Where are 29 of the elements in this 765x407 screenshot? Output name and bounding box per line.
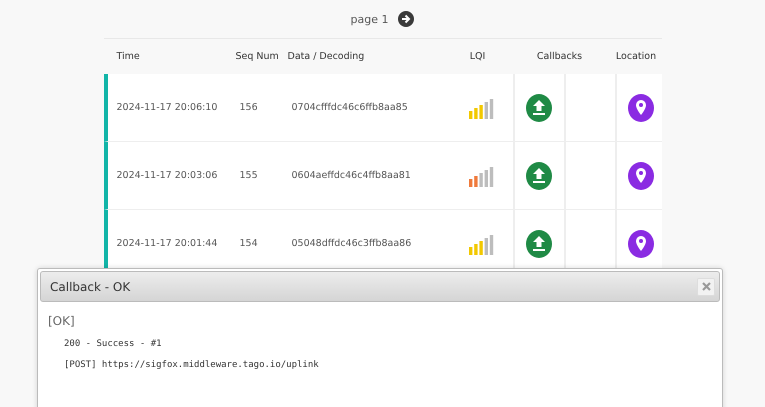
page-label: page 1	[350, 12, 388, 26]
column-header: Callbacks	[536, 51, 584, 62]
dialog-title: Callback - OK	[50, 280, 130, 294]
column-header: Time	[116, 51, 141, 62]
close-icon[interactable]	[702, 282, 710, 291]
response-line: 200 - Success - #1	[63, 339, 163, 349]
table-cell-text: 154	[238, 237, 259, 251]
upload-icon[interactable]	[526, 230, 552, 258]
next-page-icon[interactable]	[398, 11, 414, 27]
table-cell-text: 156	[238, 101, 259, 115]
table-cell-text: 2024-11-17 20:03:06	[116, 169, 218, 183]
close-button[interactable]	[697, 278, 715, 296]
location-pin-icon[interactable]	[628, 162, 654, 190]
table-cell-text: 05048dffdc46c3ffb8aa86	[290, 237, 412, 251]
location-pin-icon[interactable]	[628, 94, 654, 122]
status-text: [OK]	[48, 314, 76, 328]
upload-icon[interactable]	[526, 94, 552, 122]
location-pin-icon[interactable]	[628, 230, 654, 258]
table-cell-text: 155	[238, 169, 259, 183]
table-cell-text: 2024-11-17 20:01:44	[116, 237, 218, 251]
column-header: Seq Num	[234, 51, 280, 62]
column-header: LQI	[468, 51, 486, 62]
upload-icon[interactable]	[526, 162, 552, 190]
column-header: Data / Decoding	[286, 51, 366, 62]
table-cell-text: 0604aeffdc46c4ffb8aa81	[290, 169, 412, 183]
column-header: Location	[614, 51, 658, 62]
response-line: [POST] https://sigfox.middleware.tago.io/uplink	[63, 360, 320, 370]
table-cell-text: 0704cfffdc46c6ffb8aa85	[290, 101, 409, 115]
table-cell-text: 2024-11-17 20:06:10	[116, 101, 218, 115]
